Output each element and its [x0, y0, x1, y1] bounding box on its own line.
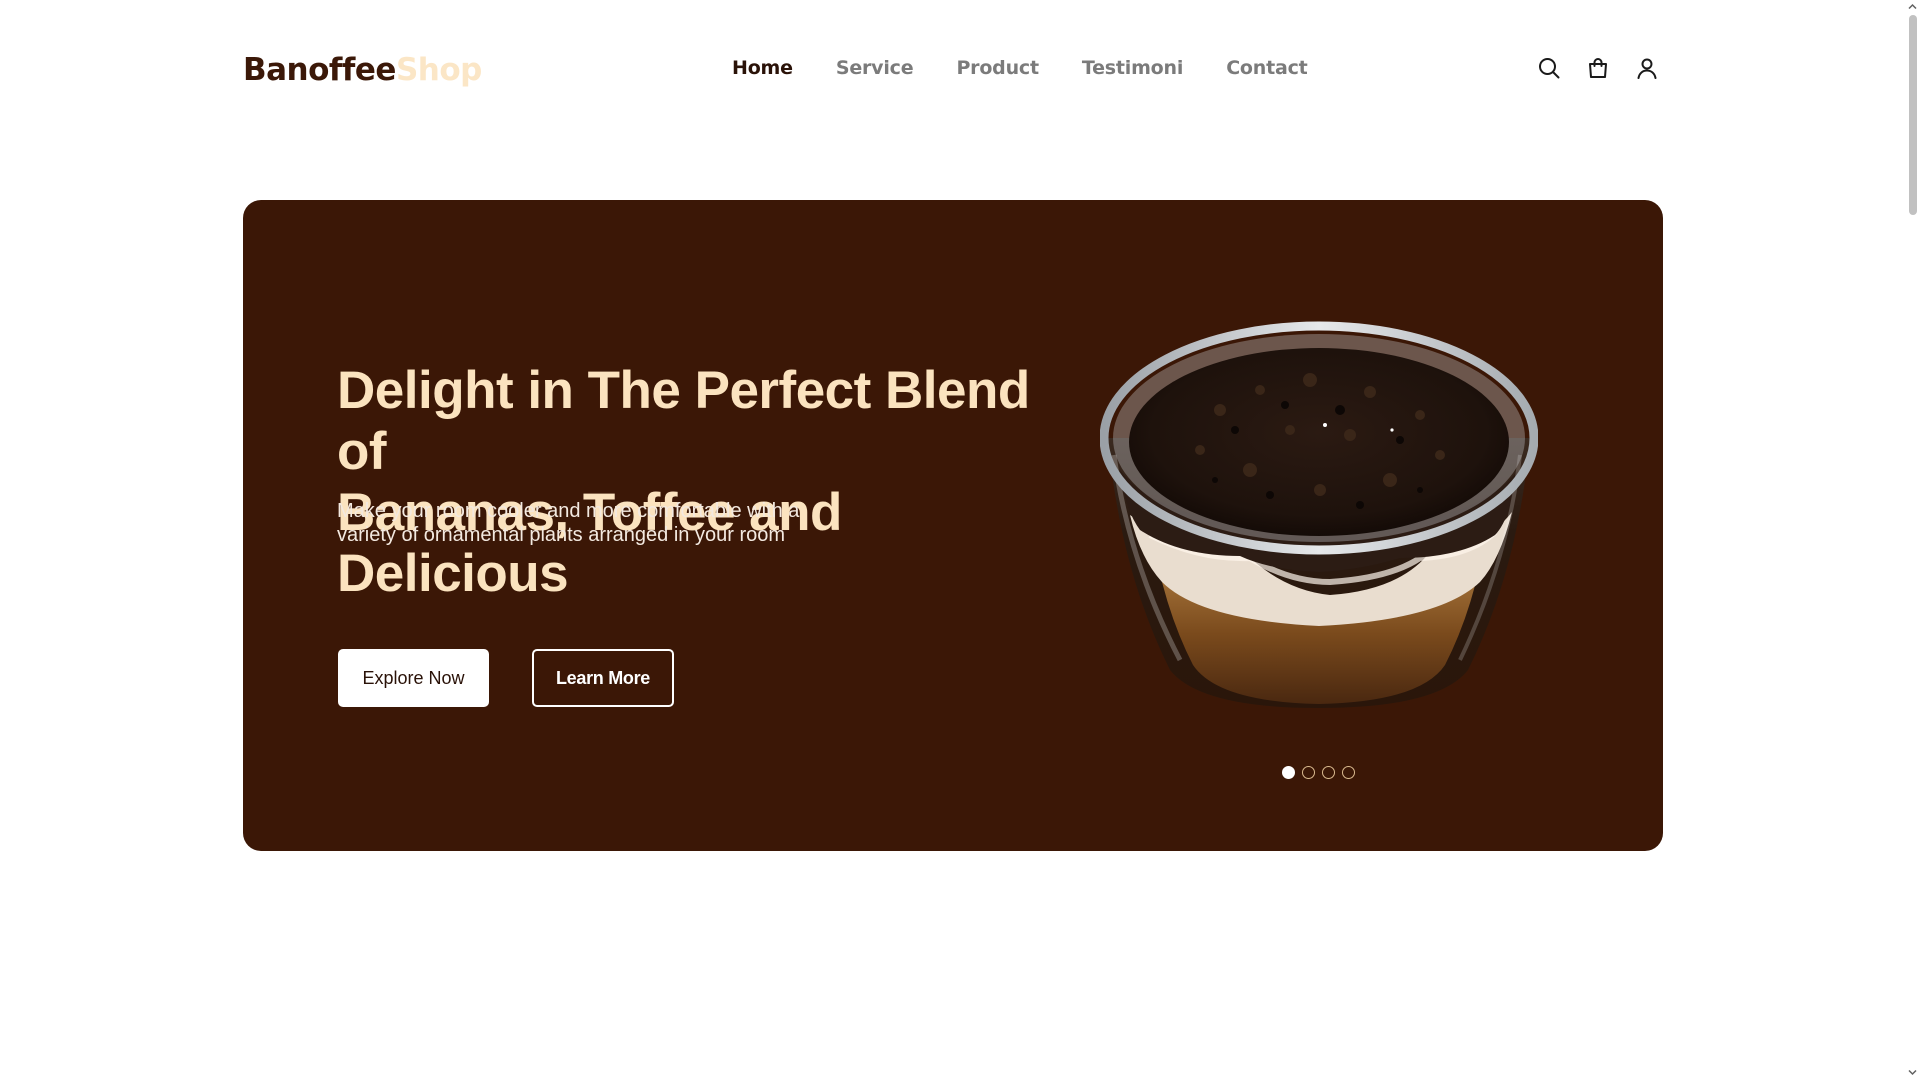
page: BanoffeeShop Home Service Product Testim… [0, 0, 1905, 1080]
learn-more-button[interactable]: Learn More [532, 649, 674, 707]
nav-contact[interactable]: Contact [1226, 54, 1308, 82]
user-icon[interactable] [1634, 54, 1660, 82]
page-scrollbar[interactable] [1905, 0, 1920, 1080]
scroll-up-arrow-icon[interactable] [1908, 2, 1917, 11]
nav-testimoni[interactable]: Testimoni [1082, 54, 1184, 82]
logo[interactable]: BanoffeeShop [243, 50, 482, 90]
carousel-dot-2[interactable] [1302, 766, 1315, 779]
hero-subtitle-line1: Make your room cooler and more comfortab… [337, 500, 800, 522]
shopping-bag-icon[interactable] [1585, 54, 1611, 82]
header-actions [1536, 54, 1660, 82]
hero-banner: Delight in The Perfect Blend of Bananas,… [243, 200, 1663, 851]
hero-title-line1: Delight in The Perfect Blend of [337, 361, 1030, 481]
hero-subtitle-line2: variety of ornamental plants arranged in… [337, 524, 786, 546]
carousel-dot-1[interactable] [1282, 766, 1295, 779]
hero-title: Delight in The Perfect Blend of Bananas,… [337, 360, 1057, 604]
main-nav: Home Service Product Testimoni Contact [732, 54, 1351, 82]
hero-subtitle: Make your room cooler and more comfortab… [337, 499, 837, 547]
explore-now-button[interactable]: Explore Now [338, 649, 489, 707]
scrollbar-thumb[interactable] [1909, 15, 1917, 215]
scroll-down-arrow-icon[interactable] [1908, 1068, 1917, 1077]
carousel-dot-4[interactable] [1342, 766, 1355, 779]
banoffee-cup-image [1100, 321, 1538, 708]
logo-text-accent: Shop [395, 52, 482, 88]
logo-text-primary: Banoffee [243, 52, 396, 88]
carousel-indicators [1282, 766, 1355, 779]
nav-home[interactable]: Home [732, 54, 793, 82]
carousel-dot-3[interactable] [1322, 766, 1335, 779]
nav-service[interactable]: Service [836, 54, 914, 82]
search-icon[interactable] [1536, 54, 1562, 82]
nav-product[interactable]: Product [956, 54, 1039, 82]
